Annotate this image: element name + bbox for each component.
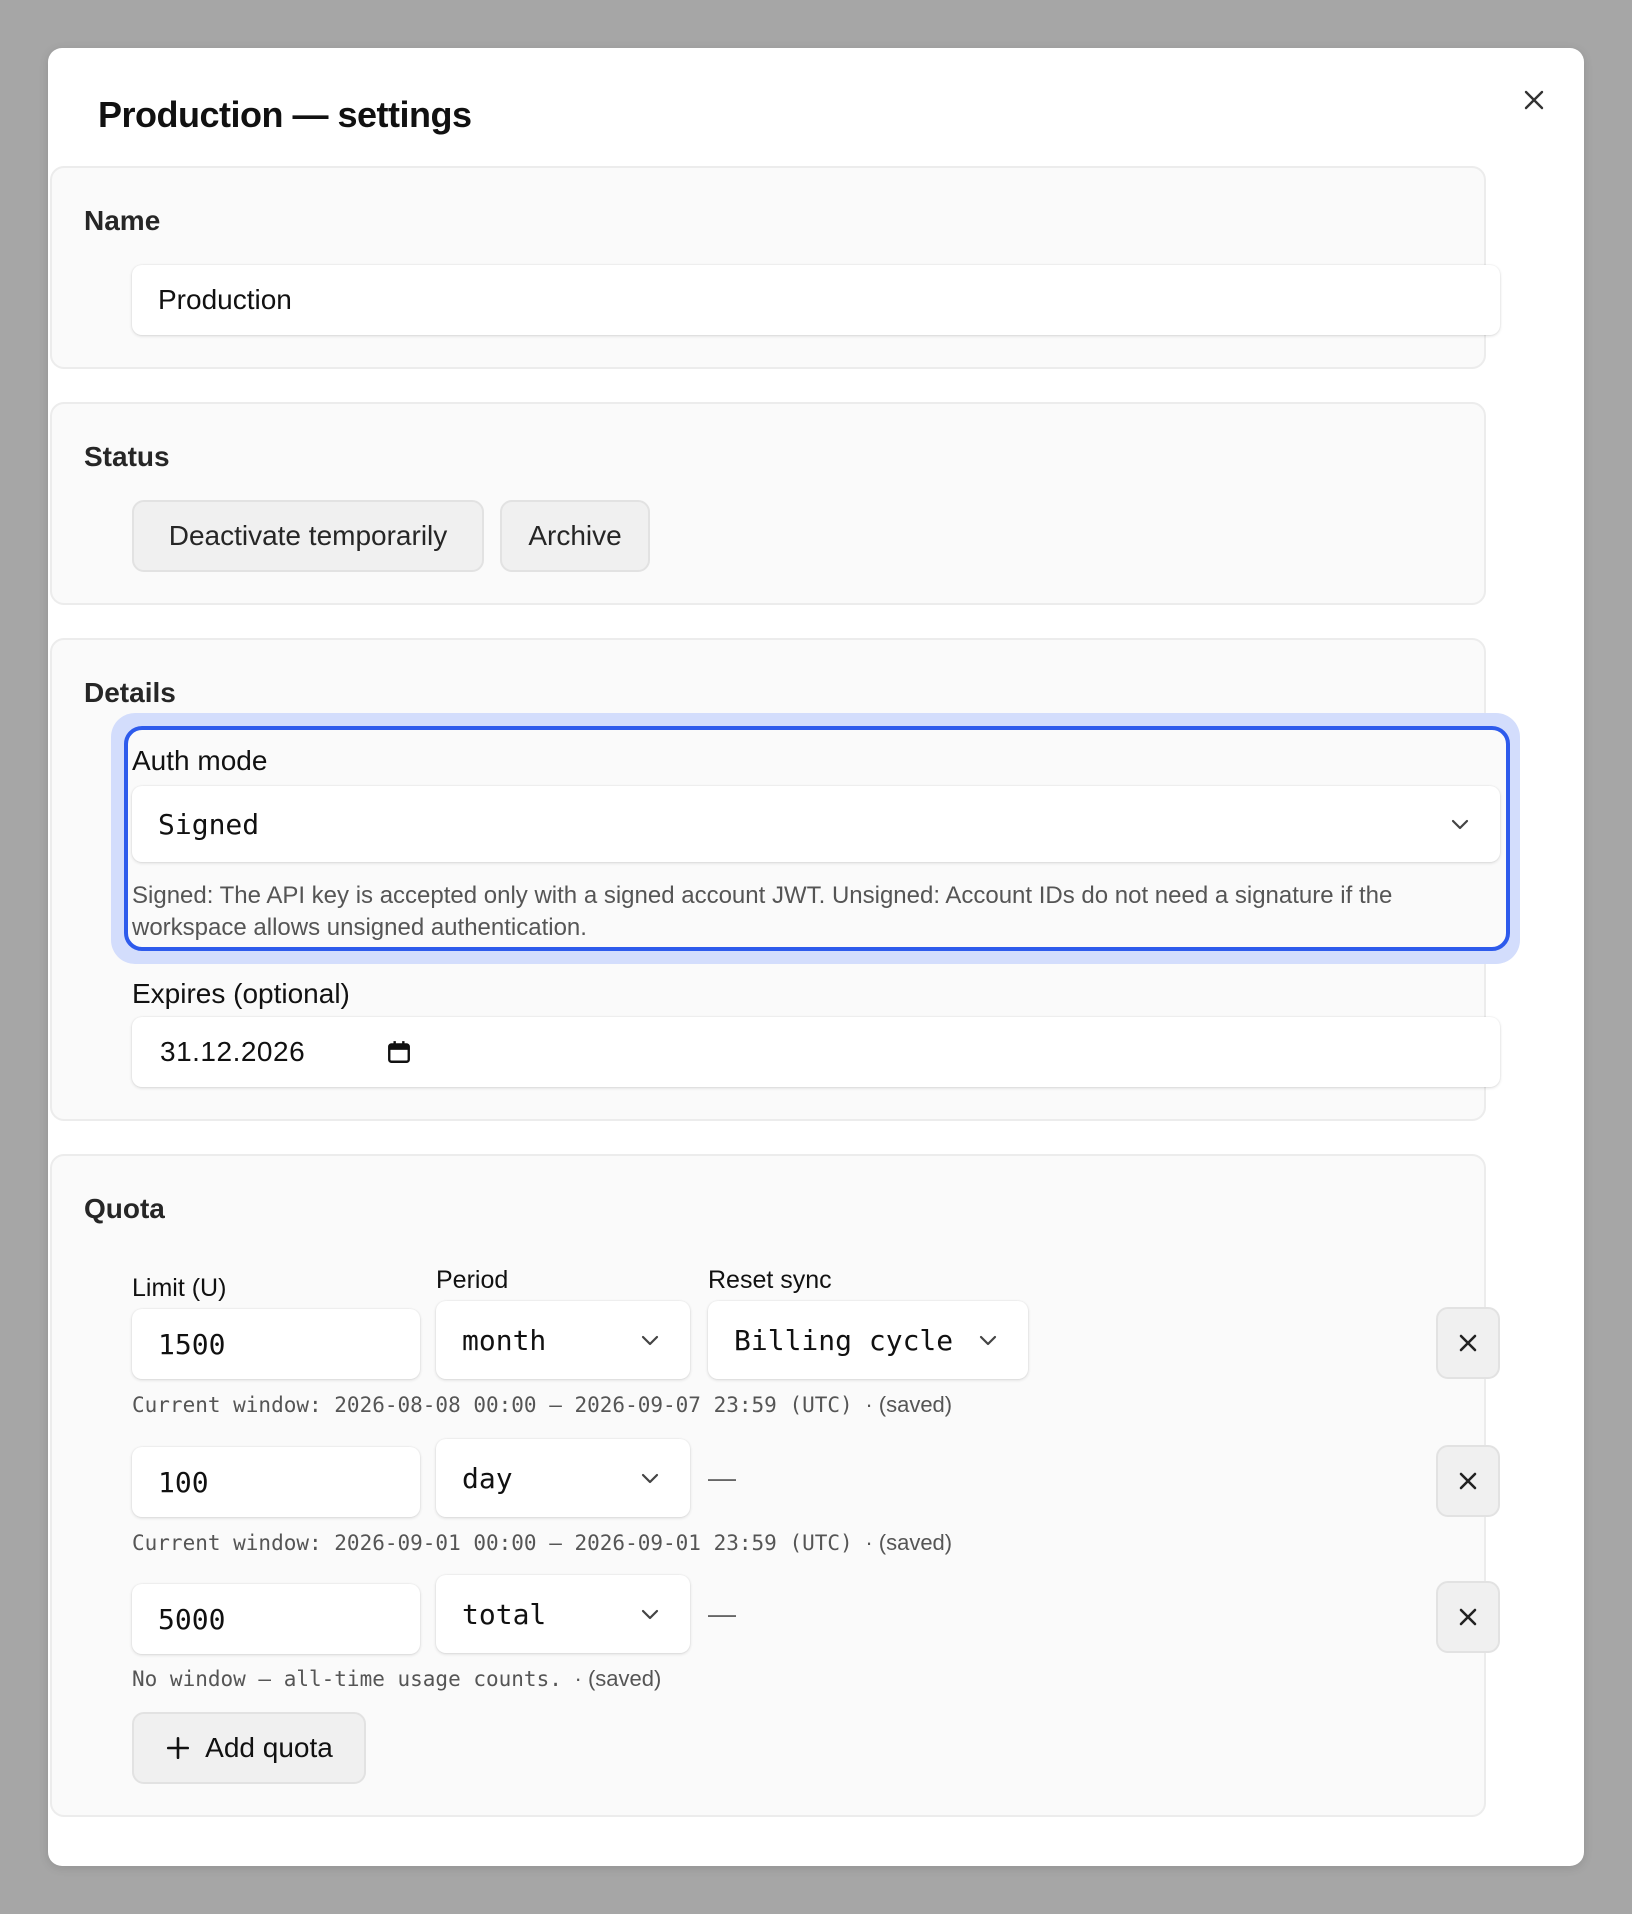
saved-indicator: · (saved) bbox=[574, 1666, 662, 1691]
name-section-title: Name bbox=[84, 205, 161, 236]
close-icon bbox=[1524, 90, 1544, 110]
saved-indicator: · (saved) bbox=[865, 1392, 953, 1417]
name-input[interactable]: Production bbox=[132, 265, 1500, 335]
saved-indicator: · (saved) bbox=[865, 1530, 953, 1555]
close-icon bbox=[1459, 1608, 1477, 1626]
close-button[interactable] bbox=[1514, 80, 1554, 120]
chevron-down-icon bbox=[1451, 819, 1469, 830]
quota-period-select[interactable]: month bbox=[436, 1301, 690, 1379]
quota-reset-sync-select[interactable]: Billing cycle bbox=[708, 1301, 1028, 1379]
chevron-down-icon bbox=[641, 1609, 659, 1620]
quota-window-note: Current window: 2026-09-01 00:00 – 2026-… bbox=[132, 1530, 952, 1556]
quota-period-value: total bbox=[462, 1597, 547, 1631]
quota-window-note: Current window: 2026-08-08 00:00 – 2026-… bbox=[132, 1392, 952, 1418]
remove-quota-button[interactable] bbox=[1436, 1445, 1500, 1517]
dialog-title: Production — settings bbox=[98, 94, 472, 135]
expires-label: Expires (optional) bbox=[132, 978, 350, 1009]
quota-period-select[interactable]: total bbox=[436, 1575, 690, 1653]
chevron-down-icon bbox=[979, 1335, 997, 1346]
details-section-title: Details bbox=[84, 677, 176, 708]
quota-window-text: No window — all-time usage counts. bbox=[132, 1667, 562, 1691]
quota-window-note: No window — all-time usage counts. · (sa… bbox=[132, 1666, 661, 1692]
auth-mode-label: Auth mode bbox=[132, 745, 268, 776]
chevron-down-icon bbox=[641, 1473, 659, 1484]
close-icon bbox=[1459, 1472, 1477, 1490]
quota-limit-input[interactable]: 100 bbox=[132, 1447, 420, 1517]
quota-limit-input[interactable]: 5000 bbox=[132, 1584, 420, 1654]
deactivate-temporarily-button[interactable]: Deactivate temporarily bbox=[132, 500, 484, 572]
auth-mode-value: Signed bbox=[158, 807, 260, 841]
quota-period-value: day bbox=[462, 1461, 513, 1495]
reset-sync-empty: — bbox=[708, 1598, 736, 1629]
reset-sync-empty: — bbox=[708, 1462, 736, 1493]
remove-quota-button[interactable] bbox=[1436, 1307, 1500, 1379]
reset-sync-header: Reset sync bbox=[708, 1266, 832, 1294]
plus-icon bbox=[167, 1736, 190, 1760]
status-section-title: Status bbox=[84, 441, 170, 472]
expires-value: 31.12.2026 bbox=[160, 1036, 306, 1067]
quota-window-text: Current window: 2026-09-01 00:00 – 2026-… bbox=[132, 1531, 853, 1555]
add-quota-button[interactable]: Add quota bbox=[132, 1712, 366, 1784]
quota-period-value: month bbox=[462, 1323, 547, 1357]
quota-window-text: Current window: 2026-08-08 00:00 – 2026-… bbox=[132, 1393, 853, 1417]
auth-mode-help: Signed: The API key is accepted only wit… bbox=[132, 882, 1393, 941]
quota-section-title: Quota bbox=[84, 1193, 165, 1224]
expires-date-input[interactable]: 31.12.2026 bbox=[132, 1017, 1500, 1087]
close-icon bbox=[1459, 1334, 1477, 1352]
chevron-down-icon bbox=[641, 1335, 659, 1346]
quota-period-select[interactable]: day bbox=[436, 1439, 690, 1517]
quota-reset-sync-value: Billing cycle bbox=[734, 1323, 954, 1357]
auth-mode-select[interactable]: Signed bbox=[132, 786, 1500, 862]
remove-quota-button[interactable] bbox=[1436, 1581, 1500, 1653]
calendar-icon[interactable] bbox=[386, 1039, 412, 1065]
period-header: Period bbox=[436, 1266, 509, 1294]
archive-button[interactable]: Archive bbox=[500, 500, 650, 572]
add-quota-label: Add quota bbox=[205, 1732, 333, 1763]
limit-header: Limit (U) bbox=[132, 1274, 227, 1302]
quota-limit-input[interactable]: 1500 bbox=[132, 1309, 420, 1379]
